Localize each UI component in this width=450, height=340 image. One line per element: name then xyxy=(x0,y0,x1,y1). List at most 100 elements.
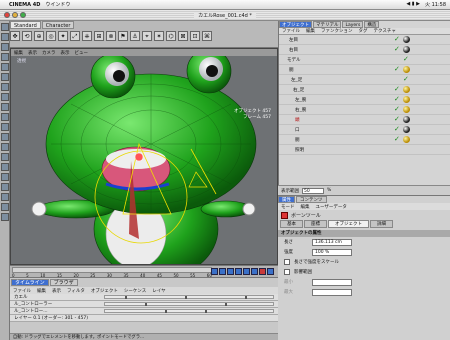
viewport-menu-camera[interactable]: カメラ xyxy=(42,50,56,56)
window-menu[interactable]: ウインドウ xyxy=(45,1,70,8)
status-icons[interactable]: ◀ ▮ ▶ xyxy=(406,1,420,8)
material-tag-icon[interactable] xyxy=(403,126,410,133)
step-forward-icon[interactable] xyxy=(243,268,250,275)
play-forward-icon[interactable] xyxy=(235,268,242,275)
zoom-window-button[interactable] xyxy=(20,12,26,18)
mode-render-icon[interactable] xyxy=(1,183,9,191)
attribute-checkbox[interactable] xyxy=(284,259,290,265)
visibility-check-icon[interactable]: ✓ xyxy=(394,126,401,133)
timeline-menu-sequence[interactable]: シーケンス xyxy=(124,288,146,294)
tab-layers[interactable]: Layers xyxy=(342,21,364,28)
mode-model-icon[interactable] xyxy=(1,23,9,31)
display-range-field[interactable]: 50 xyxy=(302,187,324,194)
attribute-field[interactable] xyxy=(312,278,352,286)
visibility-check-icon[interactable]: ✓ xyxy=(394,36,401,43)
timeline-menu-object[interactable]: オブジェクト xyxy=(91,288,118,294)
step-back-icon[interactable] xyxy=(219,268,226,275)
object-row[interactable]: 右_腕 ✓ xyxy=(279,105,450,115)
3d-viewport[interactable]: 編集 表示 カメラ 表示 ビュー 透視 オブジェクト 457 フレーム 457 xyxy=(10,48,278,265)
texture-tag-icon[interactable] xyxy=(403,96,410,103)
tab-standard[interactable]: Standard xyxy=(10,21,41,29)
object-row[interactable]: 左目 ✓ xyxy=(279,35,450,45)
attribute-field[interactable]: 136.113 cm xyxy=(312,238,352,246)
attr-menu-edit[interactable]: 編集 xyxy=(301,204,310,210)
play-backward-icon[interactable] xyxy=(227,268,234,275)
attribute-field[interactable]: 100 % xyxy=(312,248,352,256)
viewport-menu-panel[interactable]: ビュー xyxy=(75,50,89,56)
remove-icon[interactable]: ⊗ xyxy=(106,31,116,41)
visibility-check-icon[interactable]: ✓ xyxy=(394,106,401,113)
om-menu-tags[interactable]: タグ xyxy=(359,28,368,34)
object-row[interactable]: 照明 xyxy=(279,145,450,155)
mode-points-icon[interactable] xyxy=(1,63,9,71)
object-row[interactable]: 頭 ✓ xyxy=(279,115,450,125)
mode-quantize-icon[interactable] xyxy=(1,163,9,171)
add-bone-icon[interactable]: ⊕ xyxy=(34,31,44,41)
mode-texture-icon[interactable] xyxy=(1,43,9,51)
texture-tag-icon[interactable] xyxy=(403,86,410,93)
mode-soft-select-icon[interactable] xyxy=(1,123,9,131)
timeline-menu-layer[interactable]: レイヤ xyxy=(152,288,165,294)
timeline-menu-filter[interactable]: フィルタ xyxy=(67,288,85,294)
om-menu-texture[interactable]: テクスチャ xyxy=(374,28,396,34)
star-icon[interactable]: ✶ xyxy=(154,31,164,41)
object-row[interactable]: 左_足 ✓ xyxy=(279,75,450,85)
subtab-details[interactable]: 詳細 xyxy=(370,220,393,228)
om-menu-edit[interactable]: 編集 xyxy=(306,28,315,34)
joint-icon[interactable]: ⎈ xyxy=(82,31,92,41)
target-icon[interactable]: ◎ xyxy=(46,31,56,41)
object-row[interactable]: 右目 ✓ xyxy=(279,45,450,55)
goto-start-icon[interactable] xyxy=(211,268,218,275)
object-row[interactable]: 胴 ✓ xyxy=(279,65,450,75)
track-bar[interactable] xyxy=(104,309,274,313)
mode-workplane-icon[interactable] xyxy=(1,143,9,151)
track-row[interactable]: ル_コントロー... xyxy=(10,308,278,315)
crosshair-icon[interactable]: ⌖ xyxy=(142,31,152,41)
tab-timeline[interactable]: タイムライン xyxy=(11,279,49,286)
mode-lock-icon[interactable] xyxy=(1,173,9,181)
app-menu[interactable]: CINEMA 4D xyxy=(9,2,40,8)
mode-inverse-kinematics-icon[interactable] xyxy=(1,113,9,121)
object-row[interactable]: 胴 ✓ xyxy=(279,135,450,145)
ik-chain-icon[interactable]: ✦ xyxy=(58,31,68,41)
command-icon[interactable]: ⌘ xyxy=(202,31,212,41)
viewport-menu-display[interactable]: 表示 xyxy=(61,50,70,56)
visibility-check-icon[interactable]: ✓ xyxy=(394,116,401,123)
mode-keyframe-icon[interactable] xyxy=(1,203,9,211)
close-window-button[interactable] xyxy=(4,12,10,18)
mode-axis-icon[interactable] xyxy=(1,53,9,61)
track-row[interactable]: ル_コントローラー xyxy=(10,301,278,308)
texture-tag-icon[interactable] xyxy=(403,106,410,113)
attr-menu-userdata[interactable]: ユーザーデータ xyxy=(316,204,347,210)
timeline-menu-view[interactable]: 表示 xyxy=(52,288,61,294)
minimize-window-button[interactable] xyxy=(12,12,18,18)
mode-checker-icon[interactable] xyxy=(1,193,9,201)
box-icon[interactable]: ⊡ xyxy=(190,31,200,41)
track-row[interactable]: レイヤー 0.1 (オーダー: 301 - 457) xyxy=(10,315,278,322)
attribute-field[interactable] xyxy=(312,288,352,296)
visibility-check-icon[interactable]: ✓ xyxy=(394,66,401,73)
goto-end-icon[interactable] xyxy=(251,268,258,275)
move-tool-icon[interactable]: ✥ xyxy=(10,31,20,41)
mode-live-icon[interactable] xyxy=(1,93,9,101)
mode-polygons-icon[interactable] xyxy=(1,83,9,91)
autokey-icon[interactable] xyxy=(267,268,274,275)
texture-tag-icon[interactable] xyxy=(403,66,410,73)
mode-tweak-icon[interactable] xyxy=(1,153,9,161)
box-remove-icon[interactable]: ⊠ xyxy=(178,31,188,41)
track-bar[interactable] xyxy=(104,295,274,299)
texture-tag-icon[interactable] xyxy=(403,136,410,143)
timeline-menu-edit[interactable]: 編集 xyxy=(37,288,46,294)
visibility-check-icon[interactable]: ✓ xyxy=(394,46,401,53)
object-row[interactable]: 右_足 ✓ xyxy=(279,85,450,95)
attribute-checkbox[interactable] xyxy=(284,269,290,275)
scale-tool-icon[interactable]: ⤢ xyxy=(70,31,80,41)
track-bar[interactable] xyxy=(104,302,274,306)
visibility-check-icon[interactable]: ✓ xyxy=(403,56,410,63)
flag-icon[interactable]: ⚑ xyxy=(118,31,128,41)
tab-materials[interactable]: マテリアル xyxy=(313,21,342,28)
material-tag-icon[interactable] xyxy=(403,116,410,123)
tab-structure[interactable]: 構造 xyxy=(364,21,380,28)
tab-attributes[interactable]: 属性 xyxy=(278,196,295,203)
tab-objects[interactable]: オブジェクト xyxy=(279,21,312,28)
